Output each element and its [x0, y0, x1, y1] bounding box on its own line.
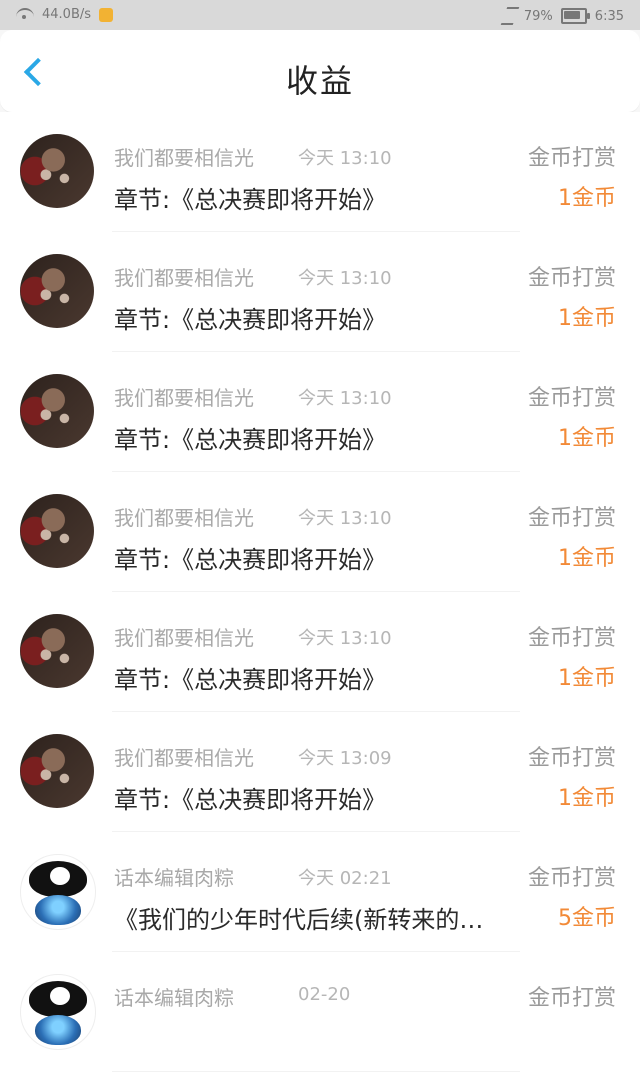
sender-name: 我们都要相信光 — [114, 506, 254, 530]
amount: 1金币 — [558, 546, 616, 571]
header: 收益 — [0, 30, 640, 112]
wifi-icon — [16, 7, 34, 22]
reward-type: 金币打赏 — [527, 146, 616, 171]
reward-type: 金币打赏 — [527, 986, 616, 1011]
amount: 1金币 — [558, 306, 616, 331]
network-speed: 44.0B/s — [42, 7, 92, 22]
list-item[interactable]: 我们都要相信光 今天 13:09 金币打赏 章节:《总决赛即将开始》 1金币 — [0, 712, 640, 832]
battery-percent: 79% — [523, 8, 553, 24]
avatar-face-icon — [48, 865, 72, 887]
app-icon — [99, 7, 114, 22]
avatar[interactable] — [20, 854, 96, 930]
sender-name: 我们都要相信光 — [114, 386, 254, 410]
battery-fill — [563, 11, 580, 19]
reward-type: 金币打赏 — [527, 746, 616, 771]
earnings-list: 我们都要相信光 今天 13:10 金币打赏 章节:《总决赛即将开始》 1金币 我… — [0, 112, 640, 1072]
amount: 1金币 — [558, 426, 616, 451]
sender-name: 话本编辑肉粽 — [114, 986, 234, 1010]
battery-icon — [560, 8, 590, 24]
sender-name: 我们都要相信光 — [114, 746, 254, 770]
list-item[interactable]: 我们都要相信光 今天 13:10 金币打赏 章节:《总决赛即将开始》 1金币 — [0, 352, 640, 472]
status-bar: 44.0B/s 79% 6:35 — [0, 0, 640, 30]
avatar[interactable] — [20, 134, 94, 208]
timestamp: 今天 02:21 — [298, 868, 392, 889]
content-text: 《我们的少年时代后续(新转来的… — [114, 906, 484, 934]
globe-icon — [35, 1015, 81, 1045]
sender-name: 我们都要相信光 — [114, 146, 254, 170]
globe-icon — [35, 895, 81, 925]
sender-name: 话本编辑肉粽 — [114, 866, 234, 890]
avatar-face-icon — [48, 985, 72, 1007]
timestamp: 今天 13:09 — [298, 748, 392, 769]
content-text: 章节:《总决赛即将开始》 — [114, 546, 387, 574]
sender-name: 我们都要相信光 — [114, 266, 254, 290]
clock: 6:35 — [594, 8, 624, 24]
page-title: 收益 — [285, 62, 354, 100]
reward-type: 金币打赏 — [527, 626, 616, 651]
avatar[interactable] — [20, 734, 94, 808]
timestamp: 今天 13:10 — [298, 628, 392, 649]
sender-name: 我们都要相信光 — [114, 626, 254, 650]
content-text: 章节:《总决赛即将开始》 — [114, 786, 387, 814]
amount: 1金币 — [558, 186, 616, 211]
list-item[interactable]: 我们都要相信光 今天 13:10 金币打赏 章节:《总决赛即将开始》 1金币 — [0, 112, 640, 232]
status-left: 44.0B/s — [16, 7, 114, 22]
bluetooth-icon — [500, 7, 520, 25]
list-item[interactable]: 话本编辑肉粽 今天 02:21 金币打赏 《我们的少年时代后续(新转来的… 5金… — [0, 832, 640, 952]
reward-type: 金币打赏 — [527, 386, 616, 411]
status-right: 79% 6:35 — [500, 7, 624, 25]
list-item[interactable]: 话本编辑肉粽 02-20 金币打赏 — [0, 952, 640, 1072]
list-item[interactable]: 我们都要相信光 今天 13:10 金币打赏 章节:《总决赛即将开始》 1金币 — [0, 232, 640, 352]
amount: 1金币 — [558, 666, 616, 691]
timestamp: 今天 13:10 — [298, 388, 392, 409]
avatar[interactable] — [20, 254, 94, 328]
content-text: 章节:《总决赛即将开始》 — [114, 426, 387, 454]
content-text: 章节:《总决赛即将开始》 — [114, 186, 387, 214]
timestamp: 02-20 — [298, 984, 351, 1005]
timestamp: 今天 13:10 — [298, 268, 392, 289]
amount: 1金币 — [558, 786, 616, 811]
avatar[interactable] — [20, 614, 94, 688]
list-item[interactable]: 我们都要相信光 今天 13:10 金币打赏 章节:《总决赛即将开始》 1金币 — [0, 472, 640, 592]
content-text: 章节:《总决赛即将开始》 — [114, 306, 387, 334]
timestamp: 今天 13:10 — [298, 508, 392, 529]
list-item[interactable]: 我们都要相信光 今天 13:10 金币打赏 章节:《总决赛即将开始》 1金币 — [0, 592, 640, 712]
content-text: 章节:《总决赛即将开始》 — [114, 666, 387, 694]
avatar[interactable] — [20, 974, 96, 1050]
timestamp: 今天 13:10 — [298, 148, 392, 169]
avatar[interactable] — [20, 494, 94, 568]
reward-type: 金币打赏 — [527, 266, 616, 291]
amount: 5金币 — [558, 906, 616, 931]
avatar[interactable] — [20, 374, 94, 448]
reward-type: 金币打赏 — [527, 866, 616, 891]
reward-type: 金币打赏 — [527, 506, 616, 531]
